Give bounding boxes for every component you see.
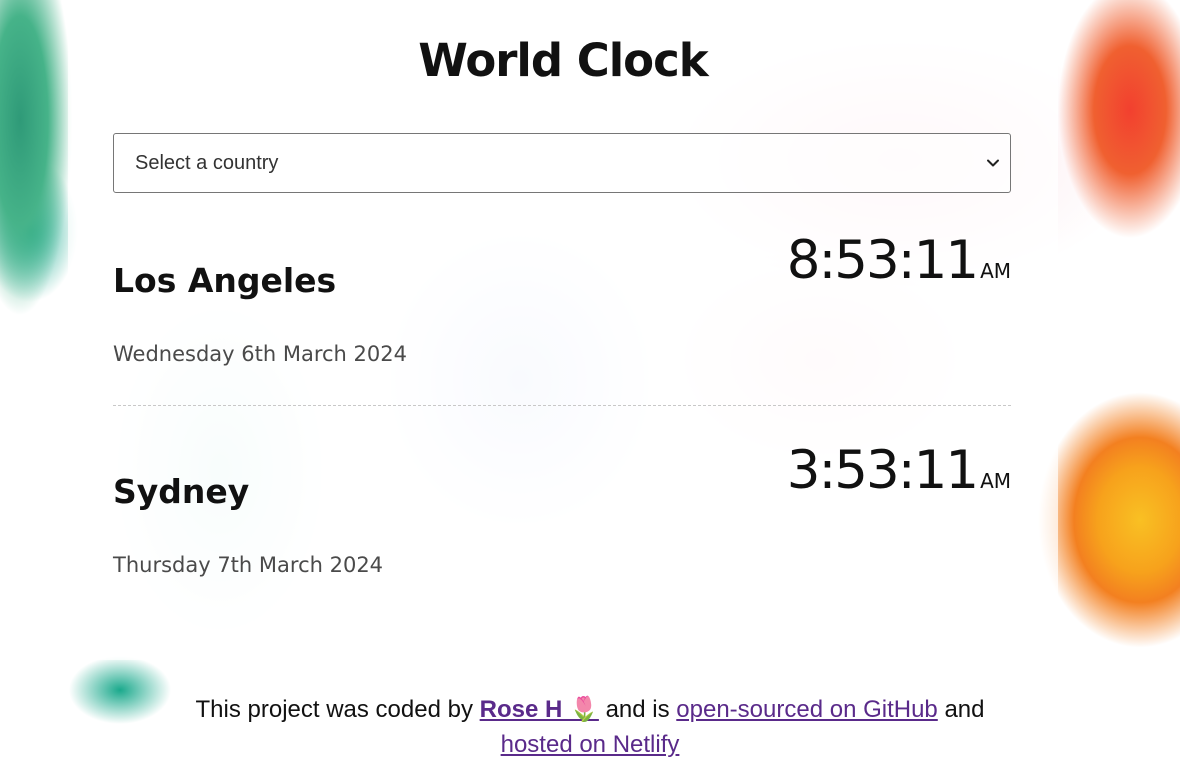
github-link[interactable]: open-sourced on GitHub (676, 696, 938, 723)
city-row-sydney: Sydney Thursday 7th March 2024 3:53:11 AM (113, 440, 1011, 590)
time-ampm: AM (980, 259, 1011, 283)
footer: This project was coded by Rose H 🌷 and i… (0, 692, 1180, 762)
city-time: 8:53:11 AM (787, 230, 1011, 291)
city-row-los-angeles: Los Angeles Wednesday 6th March 2024 8:5… (113, 230, 1011, 380)
city-date: Thursday 7th March 2024 (113, 553, 384, 577)
time-value: 3:53:11 (786, 440, 979, 501)
city-time: 3:53:11 AM (787, 440, 1011, 501)
footer-text: and is (605, 696, 670, 723)
city-name: Sydney (113, 472, 250, 511)
clock-card: World Clock Select a country Los Angeles… (68, 0, 1058, 660)
country-select[interactable]: Select a country (113, 133, 1011, 193)
page-title: World Clock (418, 34, 708, 87)
city-divider (113, 405, 1011, 406)
author-link[interactable]: Rose H 🌷 (480, 696, 599, 723)
time-ampm: AM (980, 469, 1011, 493)
city-name: Los Angeles (113, 261, 337, 300)
time-value: 8:53:11 (786, 230, 979, 291)
chevron-down-icon (987, 159, 999, 167)
footer-text: This project was coded by (195, 696, 473, 723)
netlify-link[interactable]: hosted on Netlify (501, 731, 680, 758)
country-select-value: Select a country (135, 152, 279, 174)
city-date: Wednesday 6th March 2024 (113, 342, 407, 366)
footer-text: and (944, 696, 985, 723)
